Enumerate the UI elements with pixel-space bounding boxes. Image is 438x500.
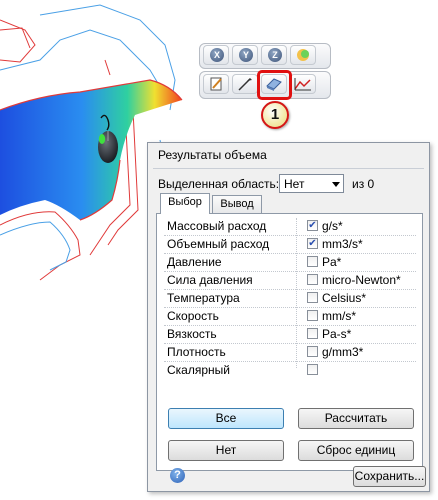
table-row: Скорость mm/s*: [164, 308, 416, 326]
quantity-unit[interactable]: mm3/s*: [322, 237, 363, 251]
calculate-button[interactable]: Рассчитать: [298, 408, 414, 429]
quantity-checkbox[interactable]: [307, 328, 318, 339]
selection-value: Нет: [284, 177, 305, 191]
quantity-name: Плотность: [167, 345, 226, 359]
probe-icon: [238, 78, 252, 91]
axis-y-button[interactable]: Y: [232, 45, 258, 65]
quantities-grid: Массовый расход ✔ g/s* Объемный расход ✔…: [164, 218, 416, 379]
quantity-unit[interactable]: Pa*: [322, 255, 341, 269]
quantity-checkbox[interactable]: [307, 364, 318, 375]
axis-y-icon: Y: [239, 48, 253, 62]
quantity-checkbox[interactable]: [307, 310, 318, 321]
edit-icon: [210, 77, 222, 91]
callout-1: 1: [261, 101, 289, 129]
quantity-name: Вязкость: [167, 327, 217, 341]
table-row: Температура Celsius*: [164, 290, 416, 308]
save-button[interactable]: Сохранить...: [353, 466, 426, 487]
graph-icon: [294, 78, 311, 91]
display-icon: [297, 49, 309, 61]
table-row: Скалярный: [164, 362, 416, 379]
tab-output[interactable]: Вывод: [212, 195, 262, 213]
select-all-button[interactable]: Все: [168, 408, 284, 429]
axis-x-icon: X: [210, 48, 224, 62]
selection-label: Выделенная область:: [158, 177, 280, 191]
quantity-unit[interactable]: mm/s*: [322, 309, 356, 323]
quantity-name: Сила давления: [167, 273, 253, 287]
quantity-checkbox[interactable]: ✔: [307, 220, 318, 231]
dialog-title: Результаты объема: [158, 148, 267, 162]
probe-button[interactable]: [232, 74, 258, 94]
highlight-box: [257, 70, 292, 100]
quantity-name: Температура: [167, 291, 240, 305]
table-row: Давление Pa*: [164, 254, 416, 272]
axis-z-button[interactable]: Z: [261, 45, 287, 65]
quantity-unit[interactable]: Pa-s*: [322, 327, 351, 341]
display-button[interactable]: [290, 45, 316, 65]
table-row: Сила давления micro-Newton*: [164, 272, 416, 290]
quantity-unit[interactable]: Celsius*: [322, 291, 366, 305]
table-row: Объемный расход ✔ mm3/s*: [164, 236, 416, 254]
quantity-checkbox[interactable]: [307, 292, 318, 303]
quantity-unit[interactable]: g/s*: [322, 219, 343, 233]
volume-results-dialog: Результаты объема Выделенная область: Не…: [147, 142, 430, 492]
quantity-checkbox[interactable]: ✔: [307, 238, 318, 249]
table-row: Плотность g/mm3*: [164, 344, 416, 362]
select-none-button[interactable]: Нет: [168, 440, 284, 461]
table-row: Вязкость Pa-s*: [164, 326, 416, 344]
quantity-checkbox[interactable]: [307, 346, 318, 357]
graph-button[interactable]: [290, 74, 316, 94]
edit-button[interactable]: [203, 74, 229, 94]
help-icon[interactable]: ?: [170, 468, 185, 483]
selection-dropdown[interactable]: Нет: [279, 174, 344, 193]
axis-z-icon: Z: [268, 48, 282, 62]
tab-select[interactable]: Выбор: [160, 193, 210, 214]
chevron-down-icon: [332, 182, 340, 187]
selection-count: из 0: [352, 177, 375, 191]
quantity-name: Скорость: [167, 309, 219, 323]
table-row: Массовый расход ✔ g/s*: [164, 218, 416, 236]
axis-x-button[interactable]: X: [203, 45, 229, 65]
quantity-name: Скалярный: [167, 363, 230, 377]
quantity-unit[interactable]: micro-Newton*: [322, 273, 401, 287]
quantity-name: Объемный расход: [167, 237, 270, 251]
quantity-unit[interactable]: g/mm3*: [322, 345, 363, 359]
quantity-name: Давление: [167, 255, 222, 269]
quantity-name: Массовый расход: [167, 219, 267, 233]
quantity-checkbox[interactable]: [307, 256, 318, 267]
quantity-checkbox[interactable]: [307, 274, 318, 285]
select-panel: Массовый расход ✔ g/s* Объемный расход ✔…: [156, 213, 423, 471]
title-divider: [153, 168, 424, 169]
reset-units-button[interactable]: Сброс единиц: [298, 440, 414, 461]
